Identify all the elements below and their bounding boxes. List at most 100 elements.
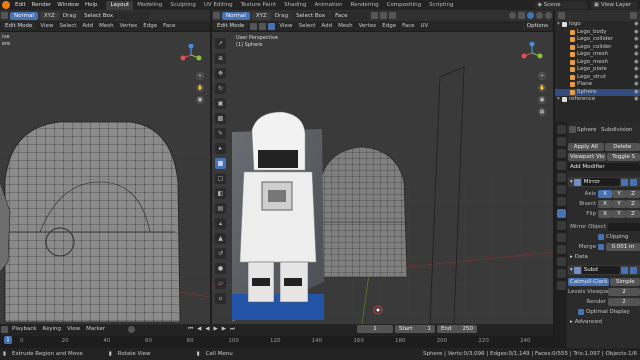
modifier-props-tab-icon[interactable]	[557, 209, 566, 218]
mirror-bisect-x[interactable]: X	[598, 199, 612, 208]
material-props-tab-icon[interactable]	[557, 269, 566, 278]
catmull-clark-button[interactable]: Catmull-Clark	[568, 277, 610, 286]
visibility-eye-icon[interactable]: ◉	[634, 96, 640, 104]
menu-vertex[interactable]: Vertex	[117, 23, 141, 29]
helmet-mesh[interactable]	[4, 121, 181, 323]
mirror-flip-x[interactable]: X	[598, 209, 612, 218]
view-layer-selector[interactable]: ▣ View Layer	[590, 1, 638, 9]
jump-end-icon[interactable]: ⏭	[228, 326, 237, 333]
simple-button[interactable]: Simple	[610, 277, 640, 286]
mid-perspective-icon[interactable]: ▦	[538, 108, 546, 116]
editor-type-icon[interactable]	[1, 12, 8, 19]
menu-mesh[interactable]: Mesh	[96, 23, 116, 29]
prev-key-icon[interactable]: ◀	[195, 326, 203, 333]
mirror-modifier-panel[interactable]: ▾ Mirror	[568, 177, 640, 187]
measure-tool-icon[interactable]: ▸	[215, 143, 226, 154]
mirror-clipping-checkbox[interactable]	[598, 233, 604, 240]
left-pan-icon[interactable]: ✋	[196, 84, 204, 92]
mirror-axis-x[interactable]: X	[598, 189, 612, 198]
advanced-expand-icon[interactable]: ▸	[570, 319, 573, 325]
outliner-filter-icon[interactable]	[630, 12, 637, 19]
outliner-row[interactable]: ▾ logo ◉	[555, 21, 640, 29]
timeline-menu-keying[interactable]: Keying	[40, 326, 64, 332]
play-reverse-icon[interactable]: ◀	[203, 326, 211, 333]
mid-axis-gizmo[interactable]	[521, 42, 543, 64]
visibility-eye-icon[interactable]: ◉	[634, 81, 640, 89]
outliner-row[interactable]: Sphere ◉	[555, 88, 640, 97]
mid-solid-shading-icon[interactable]	[527, 12, 534, 19]
visibility-eye-icon[interactable]: ◉	[634, 59, 640, 67]
view-layer-props-tab-icon[interactable]	[557, 161, 566, 170]
menu-add[interactable]: Add	[79, 23, 96, 29]
rotate-tool-icon[interactable]: ↻	[215, 83, 226, 94]
polybuild-tool-icon[interactable]: ▲	[215, 233, 226, 244]
playhead[interactable]: 1	[4, 336, 12, 344]
timeline-menu-playback[interactable]: Playback	[9, 326, 40, 332]
subd-levels-value[interactable]: 2	[608, 287, 640, 296]
mid-menu-view[interactable]: View	[276, 23, 295, 29]
record-icon[interactable]	[128, 325, 136, 333]
mid-viewport[interactable]: User Perspective (1) Sphere + ✋ ▣ ▦	[212, 32, 553, 324]
mirror-merge-value[interactable]: 0.001 m	[606, 242, 640, 251]
mirror-axis-y[interactable]: Y	[612, 189, 626, 198]
outliner-row[interactable]: Lego_mesh ◉	[555, 51, 640, 59]
mirror-flip-z[interactable]: Z	[626, 209, 640, 218]
mirror-flip-y[interactable]: Y	[612, 209, 626, 218]
mid-overlay-icon[interactable]	[509, 12, 516, 19]
delete-all-button[interactable]: Delete	[604, 142, 640, 151]
menu-edit[interactable]: Edit	[12, 2, 29, 8]
mid-menu-mesh[interactable]: Mesh	[335, 23, 355, 29]
mid-camera-icon[interactable]: ▣	[538, 96, 546, 104]
outliner-row[interactable]: Lego_collider ◉	[555, 36, 640, 44]
viewport-vis-button[interactable]: Viewport Vis	[568, 152, 607, 161]
visibility-eye-icon[interactable]: ◉	[634, 89, 640, 97]
scene-selector[interactable]: ◆ Scene	[534, 1, 587, 9]
tab-shading[interactable]: Shading	[280, 1, 310, 10]
subd-viewport-icon[interactable]	[630, 266, 637, 274]
menu-view[interactable]: View	[37, 23, 56, 29]
optimal-display-checkbox[interactable]	[578, 308, 584, 315]
menu-face[interactable]: Face	[160, 23, 178, 29]
end-frame-field[interactable]: End 250	[436, 325, 477, 333]
left-viewport[interactable]: ive ere + ✋ ▣	[0, 32, 210, 324]
knife-tool-icon[interactable]: ▴	[215, 218, 226, 229]
shear-tool-icon[interactable]: ▱	[215, 278, 226, 289]
add-modifier-button[interactable]: Add Modifier	[568, 162, 640, 171]
particles-props-tab-icon[interactable]	[557, 221, 566, 230]
left-camera-icon[interactable]: ▣	[196, 96, 204, 104]
outliner-type-icon[interactable]	[558, 12, 565, 19]
constraints-props-tab-icon[interactable]	[557, 245, 566, 254]
mid-menu-face[interactable]: Face	[399, 23, 417, 29]
mid-edge-select-icon[interactable]	[259, 22, 267, 30]
world-props-tab-icon[interactable]	[557, 185, 566, 194]
mid-select-box-dropdown[interactable]: Select Box	[292, 11, 330, 20]
visibility-eye-icon[interactable]: ◉	[634, 51, 640, 59]
object-props-tab-icon[interactable]	[557, 197, 566, 206]
left-zoom-icon[interactable]: +	[196, 72, 204, 80]
visibility-eye-icon[interactable]: ◉	[634, 21, 640, 29]
orientation-dropdown[interactable]: Normal	[10, 11, 38, 20]
mirror-merge-checkbox[interactable]	[598, 243, 604, 250]
extrude-tool-icon[interactable]: ▩	[215, 158, 226, 169]
subd-render-value[interactable]: 2	[608, 297, 640, 306]
pivot-dropdown[interactable]	[119, 11, 150, 20]
annotate-tool-icon[interactable]: ✎	[215, 128, 226, 139]
texture-props-tab-icon[interactable]	[557, 281, 566, 290]
outliner-row[interactable]: Lego_mesh ◉	[555, 59, 640, 67]
mirror-expand-icon[interactable]: ▾	[570, 179, 573, 185]
transform-tool-icon[interactable]: ▩	[215, 113, 226, 124]
spin-tool-icon[interactable]: ↺	[215, 248, 226, 259]
timeline-menu-marker[interactable]: Marker	[83, 326, 108, 332]
physics-props-tab-icon[interactable]	[557, 233, 566, 242]
mirror-editmode-icon[interactable]	[621, 178, 628, 186]
output-props-tab-icon[interactable]	[557, 149, 566, 158]
mid-orientation-dropdown[interactable]: Normal	[222, 11, 250, 20]
tab-texture-paint[interactable]: Texture Paint	[237, 1, 281, 10]
mid-pivot-dropdown[interactable]: Face	[331, 11, 370, 20]
mirror-data-expand-icon[interactable]: ▸	[570, 254, 573, 260]
mid-menu-select[interactable]: Select	[295, 23, 318, 29]
mid-mode-dropdown[interactable]: Edit Mode	[213, 22, 249, 30]
visibility-eye-icon[interactable]: ◉	[634, 36, 640, 44]
loopcut-tool-icon[interactable]: ▤	[215, 203, 226, 214]
mid-menu-edge[interactable]: Edge	[379, 23, 399, 29]
